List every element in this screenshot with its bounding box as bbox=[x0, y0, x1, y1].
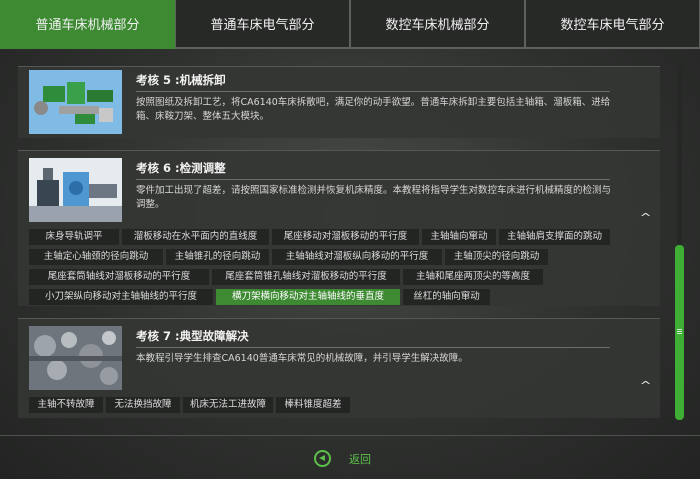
chip-gear-shift-failure[interactable]: 无法换挡故障 bbox=[106, 397, 180, 413]
chip-cross-slide-perpendicularity[interactable]: 横刀架横向移动对主轴轴线的垂直度 bbox=[216, 289, 400, 305]
chip-spindle-taper-runout[interactable]: 主轴锥孔的径向跳动 bbox=[166, 249, 269, 265]
title-divider bbox=[136, 179, 610, 180]
card-thumbnail-fault bbox=[29, 326, 122, 390]
chip-spindle-not-rotating[interactable]: 主轴不转故障 bbox=[29, 397, 103, 413]
chip-bar-taper-tolerance[interactable]: 棒料锥度超差 bbox=[276, 397, 350, 413]
assessment-list: 考核 5 :机械拆卸 按照图纸及拆卸工艺，将CA6140车床拆散吧，满足你的动手… bbox=[18, 66, 660, 418]
chip-spindle-center-runout[interactable]: 主轴顶尖的径向跳动 bbox=[445, 249, 548, 265]
card-title: 考核 5 :机械拆卸 bbox=[136, 73, 226, 87]
chip-spindle-shoulder[interactable]: 主轴轴肩支撑面的跳动 bbox=[499, 229, 610, 245]
assessment-card-5[interactable]: 考核 5 :机械拆卸 按照图纸及拆卸工艺，将CA6140车床拆散吧，满足你的动手… bbox=[18, 66, 660, 138]
back-arrow-icon bbox=[314, 450, 331, 467]
card-title: 考核 7 :典型故障解决 bbox=[136, 329, 249, 343]
scrollbar-grip-icon bbox=[677, 329, 682, 330]
tab-cnc-electrical[interactable]: 数控车床电气部分 bbox=[525, 0, 700, 49]
card-thumbnail-disassembly bbox=[29, 70, 122, 134]
title-divider bbox=[136, 347, 610, 348]
chip-spindle-journal-runout[interactable]: 主轴定心轴颈的径向跳动 bbox=[29, 249, 163, 265]
title-divider bbox=[136, 91, 610, 92]
chip-spindle-axial[interactable]: 主轴轴向窜动 bbox=[422, 229, 496, 245]
chip-tailstock-parallelism[interactable]: 尾座移动对溜板移动的平行度 bbox=[272, 229, 419, 245]
back-label: 返回 bbox=[349, 452, 371, 466]
tab-lathe-mechanical[interactable]: 普通车床机械部分 bbox=[0, 0, 175, 49]
chip-carriage-straightness[interactable]: 溜板移动在水平面内的直线度 bbox=[122, 229, 269, 245]
back-button[interactable]: 返回 bbox=[314, 450, 371, 467]
card-thumbnail-inspection bbox=[29, 158, 122, 222]
card-description: 零件加工出现了超差，请按照国家标准检测并恢复机床精度。本教程将指导学生对数控车床… bbox=[136, 185, 612, 210]
chip-quill-axis-parallelism[interactable]: 尾座套筒轴线对溜板移动的平行度 bbox=[29, 269, 209, 285]
assessment-card-6[interactable]: 考核 6 :检测调整 零件加工出现了超差，请按照国家标准检测并恢复机床精度。本教… bbox=[18, 150, 660, 306]
scrollbar-grip-icon bbox=[677, 331, 682, 332]
tab-cnc-mechanical[interactable]: 数控车床机械部分 bbox=[350, 0, 525, 49]
chip-compound-rest-parallelism[interactable]: 小刀架纵向移动对主轴轴线的平行度 bbox=[29, 289, 213, 305]
assessment-card-7[interactable]: 考核 7 :典型故障解决 本教程引导学生排查CA6140普通车床常见的机械故障，… bbox=[18, 318, 660, 418]
chip-bed-leveling[interactable]: 床身导轨调平 bbox=[29, 229, 119, 245]
card-description: 按照图纸及拆卸工艺，将CA6140车床拆散吧，满足你的动手欲望。普通车床拆卸主要… bbox=[136, 97, 611, 122]
chip-feed-failure[interactable]: 机床无法工进故障 bbox=[183, 397, 273, 413]
category-tabs: 普通车床机械部分 普通车床电气部分 数控车床机械部分 数控车床电气部分 bbox=[0, 0, 700, 49]
card-title: 考核 6 :检测调整 bbox=[136, 161, 226, 175]
tab-lathe-electrical[interactable]: 普通车床电气部分 bbox=[175, 0, 350, 49]
chip-centers-height[interactable]: 主轴和尾座两顶尖的等高度 bbox=[403, 269, 543, 285]
chip-spindle-axis-parallelism[interactable]: 主轴轴线对溜板纵向移动的平行度 bbox=[272, 249, 442, 265]
chip-leadscrew-axial[interactable]: 丝杠的轴向窜动 bbox=[403, 289, 490, 305]
chip-quill-taper-parallelism[interactable]: 尾座套筒锥孔轴线对溜板移动的平行度 bbox=[212, 269, 400, 285]
footer-divider bbox=[0, 435, 700, 436]
collapse-chevron-icon[interactable]: ^ bbox=[639, 379, 651, 392]
scrollbar-grip-icon bbox=[677, 333, 682, 334]
collapse-chevron-icon[interactable]: ^ bbox=[639, 211, 651, 224]
card-description: 本教程引导学生排查CA6140普通车床常见的机械故障，并引导学生解决故障。 bbox=[136, 353, 468, 364]
